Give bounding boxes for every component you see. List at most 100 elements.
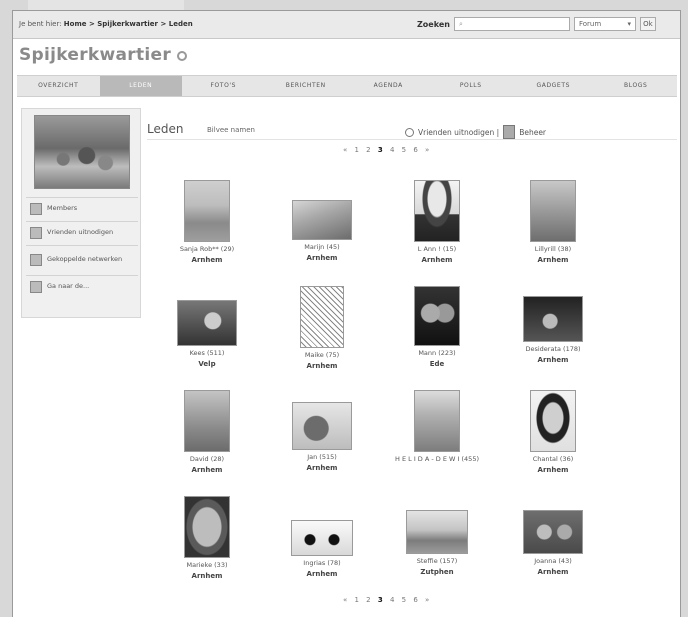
member-avatar[interactable] bbox=[292, 402, 352, 450]
member-card[interactable]: H E L I D A - D E W I (455) bbox=[377, 390, 497, 463]
breadcrumb: Je bent hier: Home > Spijkerkwartier > L… bbox=[19, 20, 193, 28]
member-city: Arnhem bbox=[537, 466, 569, 474]
sidebar: Members Vrienden uitnodigen Gekoppelde n… bbox=[21, 108, 141, 318]
group-photo bbox=[34, 115, 130, 189]
pagination-top[interactable]: « 1 2 3 4 5 6 » bbox=[343, 146, 432, 154]
member-avatar[interactable] bbox=[414, 390, 460, 452]
member-avatar[interactable] bbox=[292, 200, 352, 240]
tab-fotos[interactable]: FOTO'S bbox=[182, 76, 265, 96]
member-avatar[interactable] bbox=[523, 510, 583, 554]
sidebar-item-group[interactable]: Ga naar de... bbox=[26, 275, 138, 297]
member-card[interactable]: Marieke (33) Arnhem bbox=[147, 496, 267, 580]
group-icon bbox=[30, 280, 42, 293]
member-city: Arnhem bbox=[306, 570, 338, 578]
member-avatar[interactable] bbox=[530, 180, 576, 242]
member-card[interactable]: David (28) Arnhem bbox=[147, 390, 267, 474]
member-card[interactable]: Marijn (45) Arnhem bbox=[262, 200, 382, 262]
search-area: Zoeken ⌕ Forum ▾ Ok bbox=[417, 17, 656, 31]
tab-agenda[interactable]: AGENDA bbox=[347, 76, 430, 96]
sidebar-item-members[interactable]: Members bbox=[26, 197, 138, 219]
member-card[interactable]: Chantal (36) Arnhem bbox=[493, 390, 613, 474]
member-name[interactable]: H E L I D A - D E W I (455) bbox=[377, 455, 497, 463]
pager-suffix[interactable]: 4 5 6 » bbox=[390, 596, 432, 604]
member-card[interactable]: L Ann ! (15) Arnhem bbox=[377, 180, 497, 264]
search-scope-value: Forum bbox=[578, 20, 602, 28]
member-card[interactable]: Steffie (157) Zutphen bbox=[377, 510, 497, 576]
member-avatar[interactable] bbox=[184, 390, 230, 452]
member-name[interactable]: Marijn (45) bbox=[262, 243, 382, 251]
pager-prefix[interactable]: « 1 2 bbox=[343, 146, 373, 154]
member-city: Zutphen bbox=[420, 568, 454, 576]
member-card[interactable]: Lillyrill (38) Arnhem bbox=[493, 180, 613, 264]
member-avatar[interactable] bbox=[300, 286, 344, 348]
pager-suffix[interactable]: 4 5 6 » bbox=[390, 146, 432, 154]
member-card[interactable]: Jan (515) Arnhem bbox=[262, 402, 382, 472]
sidebar-item-label: Ga naar de... bbox=[47, 282, 90, 290]
member-name[interactable]: L Ann ! (15) bbox=[377, 245, 497, 253]
admin-link[interactable]: Beheer bbox=[519, 128, 546, 137]
search-icon: ⌕ bbox=[458, 19, 463, 28]
search-label: Zoeken bbox=[417, 19, 450, 29]
tab-blogs[interactable]: BLOGS bbox=[595, 76, 678, 96]
member-avatar[interactable] bbox=[184, 496, 230, 558]
pagination-bottom[interactable]: « 1 2 3 4 5 6 » bbox=[343, 596, 432, 604]
member-card[interactable]: Sanja Rob** (29) Arnhem bbox=[147, 180, 267, 264]
header-actions: Vrienden uitnodigen | Beheer bbox=[405, 125, 546, 139]
section-subtitle[interactable]: Bilvee namen bbox=[207, 126, 255, 134]
search-button[interactable]: Ok bbox=[639, 17, 656, 31]
member-name[interactable]: Joanna (43) bbox=[493, 557, 613, 565]
member-avatar[interactable] bbox=[177, 300, 237, 346]
top-bar: Je bent hier: Home > Spijkerkwartier > L… bbox=[13, 11, 680, 39]
member-avatar[interactable] bbox=[184, 180, 230, 242]
member-avatar[interactable] bbox=[530, 390, 576, 452]
gear-icon[interactable] bbox=[177, 51, 188, 61]
member-name[interactable]: Jan (515) bbox=[262, 453, 382, 461]
tab-berichten[interactable]: BERICHTEN bbox=[265, 76, 348, 96]
tab-leden[interactable]: LEDEN bbox=[99, 76, 182, 96]
member-name[interactable]: Maike (75) bbox=[262, 351, 382, 359]
pager-prefix[interactable]: « 1 2 bbox=[343, 596, 373, 604]
breadcrumb-prefix: Je bent hier: bbox=[19, 20, 62, 28]
invite-friends-link[interactable]: Vrienden uitnodigen | bbox=[418, 128, 499, 137]
sidebar-item-label: Vrienden uitnodigen bbox=[47, 228, 114, 236]
member-avatar[interactable] bbox=[406, 510, 468, 554]
sidebar-item-invite[interactable]: Vrienden uitnodigen bbox=[26, 221, 138, 243]
member-avatar[interactable] bbox=[523, 296, 583, 342]
tab-overzicht[interactable]: OVERZICHT bbox=[17, 76, 100, 96]
member-city: Arnhem bbox=[191, 256, 223, 264]
tab-polls[interactable]: POLLS bbox=[430, 76, 513, 96]
member-name[interactable]: Ingrias (78) bbox=[262, 559, 382, 567]
search-input[interactable]: ⌕ bbox=[453, 17, 570, 31]
search-scope-select[interactable]: Forum ▾ bbox=[573, 17, 636, 31]
breadcrumb-path[interactable]: Home > Spijkerkwartier > Leden bbox=[64, 20, 193, 28]
member-name[interactable]: Sanja Rob** (29) bbox=[147, 245, 267, 253]
member-avatar[interactable] bbox=[414, 286, 460, 346]
member-avatar[interactable] bbox=[414, 180, 460, 242]
member-card[interactable]: Maike (75) Arnhem bbox=[262, 286, 382, 370]
sidebar-item-networks[interactable]: Gekoppelde netwerken bbox=[26, 245, 138, 273]
member-card[interactable]: Ingrias (78) Arnhem bbox=[262, 520, 382, 578]
member-name[interactable]: David (28) bbox=[147, 455, 267, 463]
member-card[interactable]: Desiderata (178) Arnhem bbox=[493, 296, 613, 364]
member-card[interactable]: Mann (223) Ede bbox=[377, 286, 497, 368]
member-name[interactable]: Kees (511) bbox=[147, 349, 267, 357]
member-avatar[interactable] bbox=[291, 520, 353, 556]
member-name[interactable]: Desiderata (178) bbox=[493, 345, 613, 353]
members-content: Leden Bilvee namen Vrienden uitnodigen |… bbox=[147, 118, 677, 604]
tab-gadgets[interactable]: GADGETS bbox=[512, 76, 595, 96]
member-city: Arnhem bbox=[421, 256, 453, 264]
member-name[interactable]: Marieke (33) bbox=[147, 561, 267, 569]
member-card[interactable]: Joanna (43) Arnhem bbox=[493, 510, 613, 576]
community-page: Je bent hier: Home > Spijkerkwartier > L… bbox=[12, 10, 681, 617]
network-icon bbox=[30, 253, 42, 266]
member-city: Arnhem bbox=[191, 572, 223, 580]
pager-current: 3 bbox=[377, 146, 386, 154]
member-name[interactable]: Steffie (157) bbox=[377, 557, 497, 565]
members-icon bbox=[30, 202, 42, 215]
member-city: Arnhem bbox=[306, 464, 338, 472]
member-card[interactable]: Kees (511) Velp bbox=[147, 300, 267, 368]
member-city: Arnhem bbox=[306, 362, 338, 370]
member-name[interactable]: Chantal (36) bbox=[493, 455, 613, 463]
member-name[interactable]: Lillyrill (38) bbox=[493, 245, 613, 253]
member-name[interactable]: Mann (223) bbox=[377, 349, 497, 357]
